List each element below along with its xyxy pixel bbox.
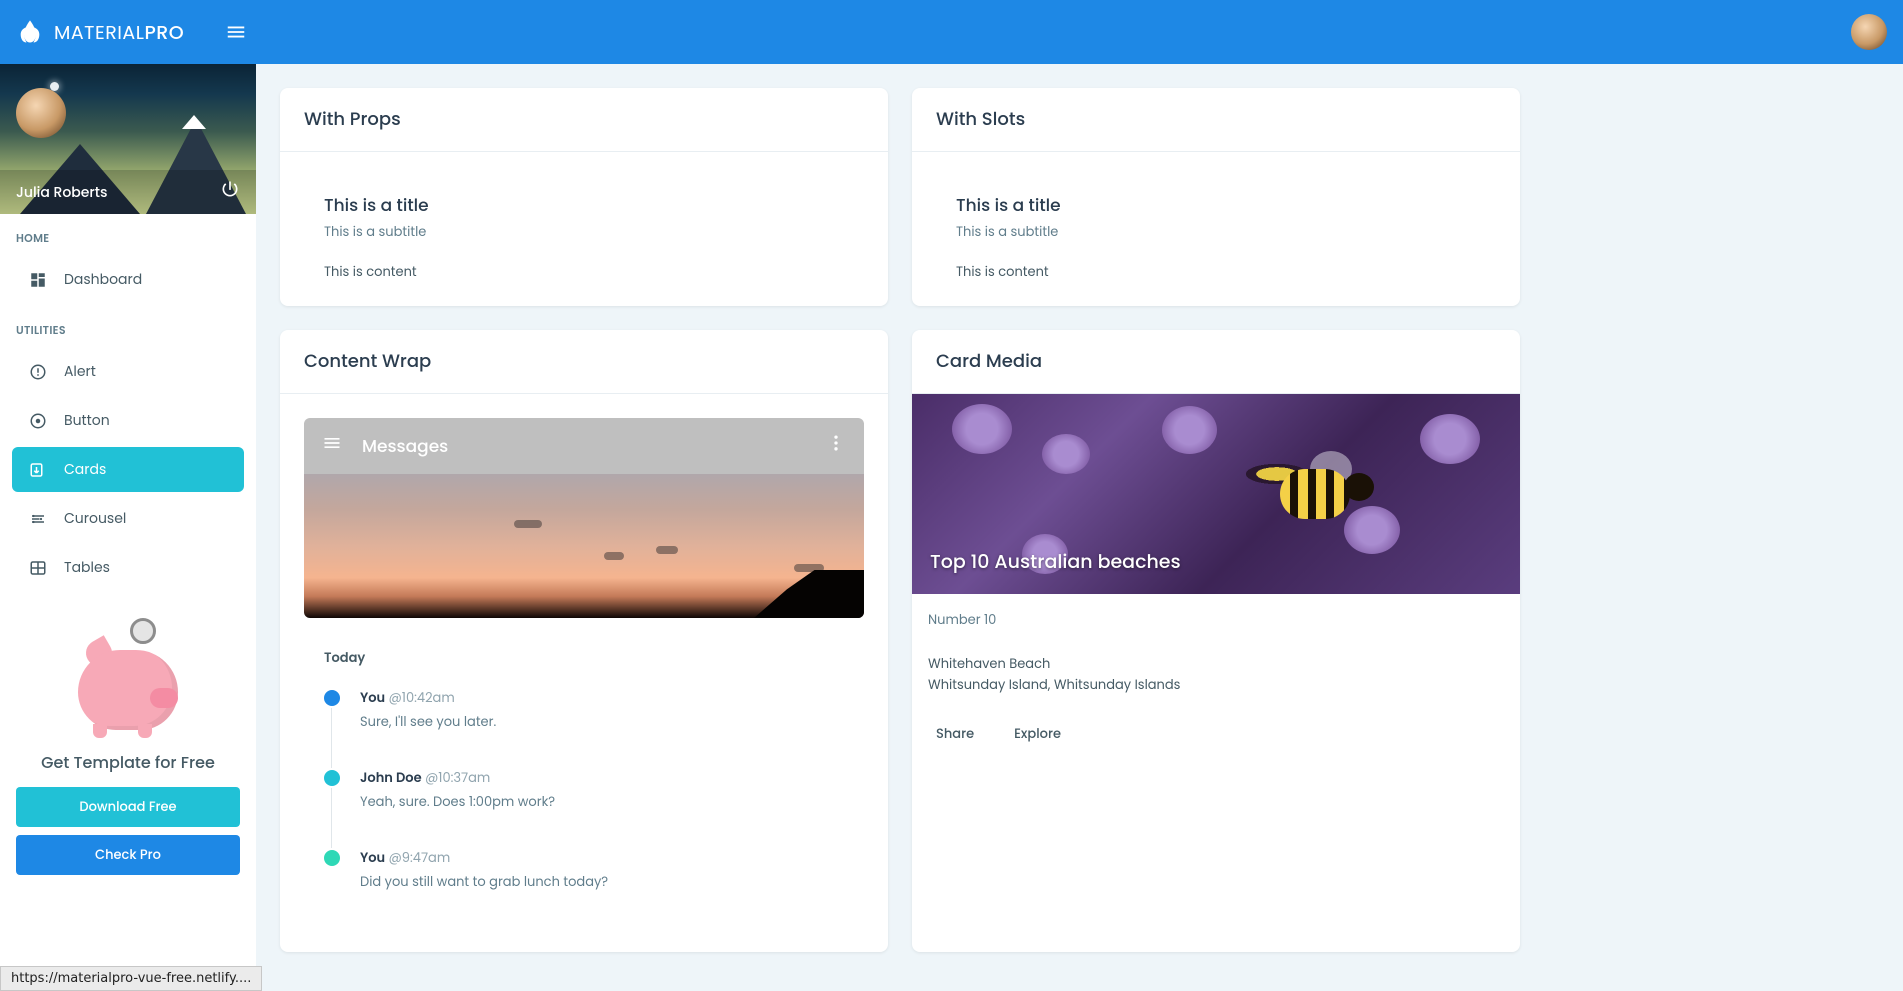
timeline-time: @10:37am (425, 768, 490, 787)
sidebar-item-cards[interactable]: Cards (12, 447, 244, 492)
user-avatar-menu[interactable] (1851, 14, 1887, 50)
messages-toolbar: Messages (304, 418, 864, 474)
menu-icon (322, 433, 342, 453)
timeline-time: @10:42am (389, 688, 455, 707)
alert-icon (28, 362, 48, 382)
timeline-item: John Doe @10:37am Yeah, sure. Does 1:00p… (324, 768, 844, 848)
card-subtitle: This is a subtitle (936, 218, 1496, 262)
sidebar-item-button[interactable]: Button (12, 398, 244, 443)
timeline-dot (324, 690, 340, 706)
card-with-slots: With Slots This is a title This is a sub… (912, 88, 1520, 306)
tables-icon (28, 558, 48, 578)
sidebar: Julia Roberts HOME Dashboard UTILITIES A… (0, 64, 256, 991)
card-header: Content Wrap (280, 330, 888, 394)
app-bar: MATERIALPRO (0, 0, 1903, 64)
browser-status-bar: https://materialpro-vue-free.netlify.... (0, 966, 262, 991)
download-free-button[interactable]: Download Free (16, 787, 240, 827)
explore-button[interactable]: Explore (998, 716, 1077, 752)
main-content: With Props This is a title This is a sub… (256, 64, 1903, 991)
check-pro-button[interactable]: Check Pro (16, 835, 240, 875)
card-content: This is content (936, 262, 1496, 282)
sidebar-item-label: Dashboard (64, 269, 142, 290)
card-with-props: With Props This is a title This is a sub… (280, 88, 888, 306)
sidebar-item-label: Alert (64, 361, 96, 382)
timeline-from: John Doe (360, 768, 422, 787)
cards-icon (28, 460, 48, 480)
card-header: With Slots (912, 88, 1520, 152)
timeline-dot (324, 850, 340, 866)
media-subtitle: Number 10 (912, 594, 1520, 638)
card-content: This is content (304, 262, 864, 282)
card-header: With Props (280, 88, 888, 152)
sidebar-item-tables[interactable]: Tables (12, 545, 244, 590)
carousel-icon (28, 509, 48, 529)
card-title: This is a title (304, 192, 864, 218)
sidebar-item-label: Tables (64, 557, 110, 578)
brand-text: MATERIALPRO (54, 18, 184, 47)
profile-banner: Julia Roberts (0, 64, 256, 214)
timeline-message: Did you still want to grab lunch today? (360, 872, 608, 892)
logo-icon (16, 18, 44, 46)
timeline-item: You @9:47am Did you still want to grab l… (324, 848, 844, 928)
nav-section-utilities: UTILITIES (0, 322, 256, 345)
sidebar-item-curousel[interactable]: Curousel (12, 496, 244, 541)
timeline-time: @9:47am (389, 848, 451, 867)
messages-title: Messages (362, 433, 806, 459)
hamburger-menu-button[interactable] (212, 8, 260, 56)
profile-name: Julia Roberts (16, 182, 107, 203)
sidebar-item-dashboard[interactable]: Dashboard (12, 257, 244, 302)
card-content-wrap: Content Wrap Messages Today (280, 330, 888, 952)
profile-avatar[interactable] (16, 88, 66, 138)
timeline-item: You @10:42am Sure, I'll see you later. (324, 688, 844, 768)
card-header: Card Media (912, 330, 1520, 394)
menu-icon (225, 21, 247, 43)
promo-block: Get Template for Free Download Free Chec… (0, 594, 256, 907)
card-media: Card Media Top 10 Australian beaches Num… (912, 330, 1520, 952)
card-title: This is a title (936, 192, 1496, 218)
sidebar-item-label: Curousel (64, 508, 126, 529)
timeline-dot (324, 770, 340, 786)
piggy-bank-image (68, 618, 188, 738)
timeline-heading: Today (324, 648, 844, 668)
power-icon (220, 179, 240, 199)
card-media-image: Top 10 Australian beaches (912, 394, 1520, 594)
dashboard-icon (28, 270, 48, 290)
timeline-message: Yeah, sure. Does 1:00pm work? (360, 792, 555, 812)
messages-hero-image (304, 474, 864, 618)
promo-title: Get Template for Free (16, 750, 240, 775)
timeline-message: Sure, I'll see you later. (360, 712, 496, 732)
button-icon (28, 411, 48, 431)
timeline-from: You (360, 688, 385, 707)
logo[interactable]: MATERIALPRO (16, 18, 184, 47)
timeline-from: You (360, 848, 385, 867)
share-button[interactable]: Share (920, 716, 990, 752)
card-subtitle: This is a subtitle (304, 218, 864, 262)
media-text: Whitehaven Beach Whitsunday Island, Whit… (912, 638, 1520, 712)
media-overlay-title: Top 10 Australian beaches (930, 547, 1181, 576)
nav-section-home: HOME (0, 230, 256, 253)
more-vert-icon (826, 433, 846, 453)
messages-menu-button[interactable] (322, 433, 342, 460)
messages-more-button[interactable] (826, 433, 846, 460)
sidebar-item-label: Button (64, 410, 110, 431)
power-button[interactable] (220, 179, 240, 206)
sidebar-item-alert[interactable]: Alert (12, 349, 244, 394)
sidebar-item-label: Cards (64, 459, 106, 480)
